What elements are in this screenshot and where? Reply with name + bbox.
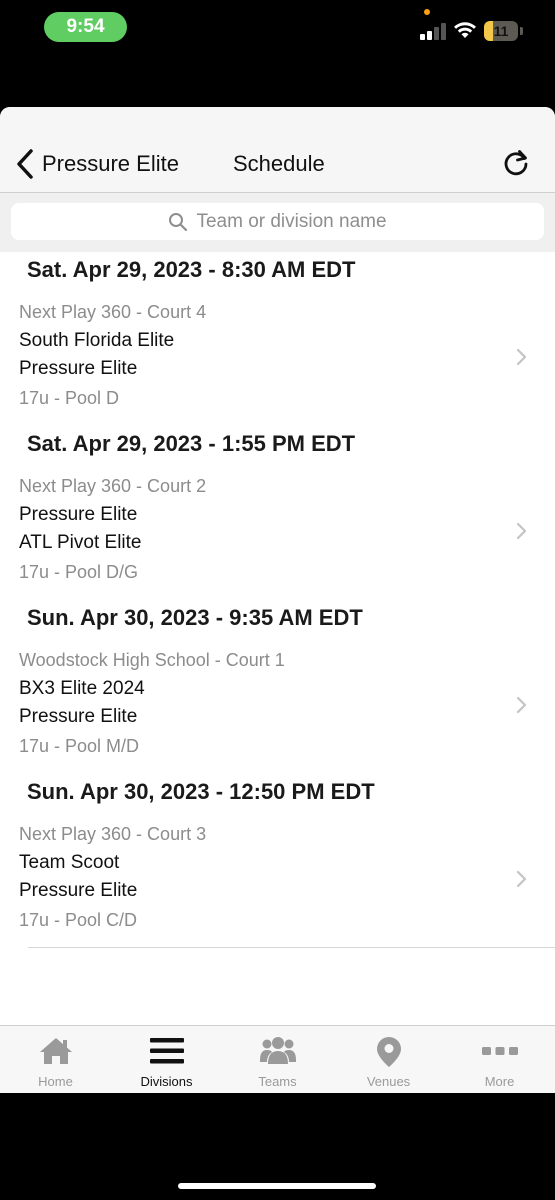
menu-icon (149, 1038, 184, 1064)
battery-cap (520, 27, 523, 35)
game-datetime-header: Sun. Apr 30, 2023 - 9:35 AM EDT (27, 605, 363, 630)
game-datetime-header: Sat. Apr 29, 2023 - 8:30 AM EDT (27, 257, 356, 282)
people-icon (259, 1037, 296, 1064)
game-venue: Next Play 360 - Court 3 (19, 824, 207, 844)
search-bar: Team or division name (0, 193, 555, 252)
chevron-left-icon (17, 149, 33, 179)
game-team-1: Pressure Elite (19, 504, 138, 525)
app-sheet: Pressure Elite Schedule Team or division… (0, 107, 555, 1093)
game-pool: 17u - Pool C/D (19, 910, 138, 930)
game-pool: 17u - Pool D/G (19, 562, 139, 582)
game-pool: 17u - Pool D (19, 388, 120, 408)
game-venue: Woodstock High School - Court 1 (19, 650, 285, 670)
tab-venues[interactable]: Venues (333, 1026, 444, 1093)
game-team-2: Pressure Elite (19, 880, 138, 901)
tab-teams-label: Teams (258, 1074, 297, 1089)
battery-level: 11 (493, 23, 509, 39)
search-icon (169, 212, 188, 231)
status-time: 9:54 (44, 12, 127, 42)
status-bar: 9:54 11 (0, 0, 555, 60)
tab-bar: Home Divisions Teams Venues More (0, 1025, 555, 1093)
game-venue: Next Play 360 - Court 2 (19, 476, 207, 496)
wifi-icon (454, 22, 476, 38)
home-icon (39, 1038, 72, 1064)
tab-more[interactable]: More (444, 1026, 555, 1093)
tab-home[interactable]: Home (0, 1026, 111, 1093)
back-button[interactable]: Pressure Elite (14, 147, 179, 181)
tab-divisions-label: Divisions (140, 1074, 193, 1089)
game-team-1: South Florida Elite (19, 330, 175, 351)
tab-divisions[interactable]: Divisions (111, 1026, 222, 1093)
chevron-right-icon (516, 696, 527, 714)
tab-teams[interactable]: Teams (222, 1026, 333, 1093)
game-pool: 17u - Pool M/D (19, 736, 140, 756)
chevron-right-icon (516, 870, 527, 888)
schedule-list: Sat. Apr 29, 2023 - 8:30 AM EDT Next Pla… (0, 252, 555, 948)
back-button-label: Pressure Elite (42, 151, 179, 176)
tab-more-label: More (484, 1074, 515, 1089)
game-section: Sun. Apr 30, 2023 - 12:50 PM EDT Next Pl… (0, 774, 555, 948)
chevron-right-icon (516, 348, 527, 366)
page-title: Schedule (233, 151, 325, 176)
game-section: Sun. Apr 30, 2023 - 9:35 AM EDT Woodstoc… (0, 600, 555, 774)
battery-icon: 11 (484, 21, 518, 41)
cellular-signal-icon (420, 22, 448, 40)
navigation-bar: Pressure Elite Schedule (0, 107, 555, 193)
map-pin-icon (376, 1037, 401, 1067)
privacy-indicator-dot (424, 9, 430, 15)
game-team-2: Pressure Elite (19, 358, 138, 379)
game-row[interactable]: Woodstock High School - Court 1 BX3 Elit… (0, 644, 555, 766)
list-divider (28, 947, 555, 948)
game-team-1: Team Scoot (19, 852, 120, 873)
game-venue: Next Play 360 - Court 4 (19, 302, 207, 322)
tab-home-label: Home (38, 1074, 73, 1089)
game-section: Sat. Apr 29, 2023 - 1:55 PM EDT Next Pla… (0, 426, 555, 600)
search-placeholder: Team or division name (196, 210, 387, 232)
game-team-1: BX3 Elite 2024 (19, 678, 145, 699)
ellipsis-icon (481, 1047, 518, 1055)
tab-venues-label: Venues (366, 1074, 411, 1089)
search-input[interactable]: Team or division name (11, 203, 544, 240)
game-row[interactable]: Next Play 360 - Court 3 Team Scoot Press… (0, 818, 555, 940)
game-datetime-header: Sun. Apr 30, 2023 - 12:50 PM EDT (27, 779, 375, 804)
game-datetime-header: Sat. Apr 29, 2023 - 1:55 PM EDT (27, 431, 356, 456)
game-team-2: Pressure Elite (19, 706, 138, 727)
home-indicator[interactable] (178, 1183, 376, 1189)
game-team-2: ATL Pivot Elite (19, 532, 142, 553)
refresh-icon[interactable] (500, 147, 532, 179)
game-row[interactable]: Next Play 360 - Court 2 Pressure Elite A… (0, 470, 555, 592)
game-row[interactable]: Next Play 360 - Court 4 South Florida El… (0, 296, 555, 418)
game-section: Sat. Apr 29, 2023 - 8:30 AM EDT Next Pla… (0, 252, 555, 426)
chevron-right-icon (516, 522, 527, 540)
